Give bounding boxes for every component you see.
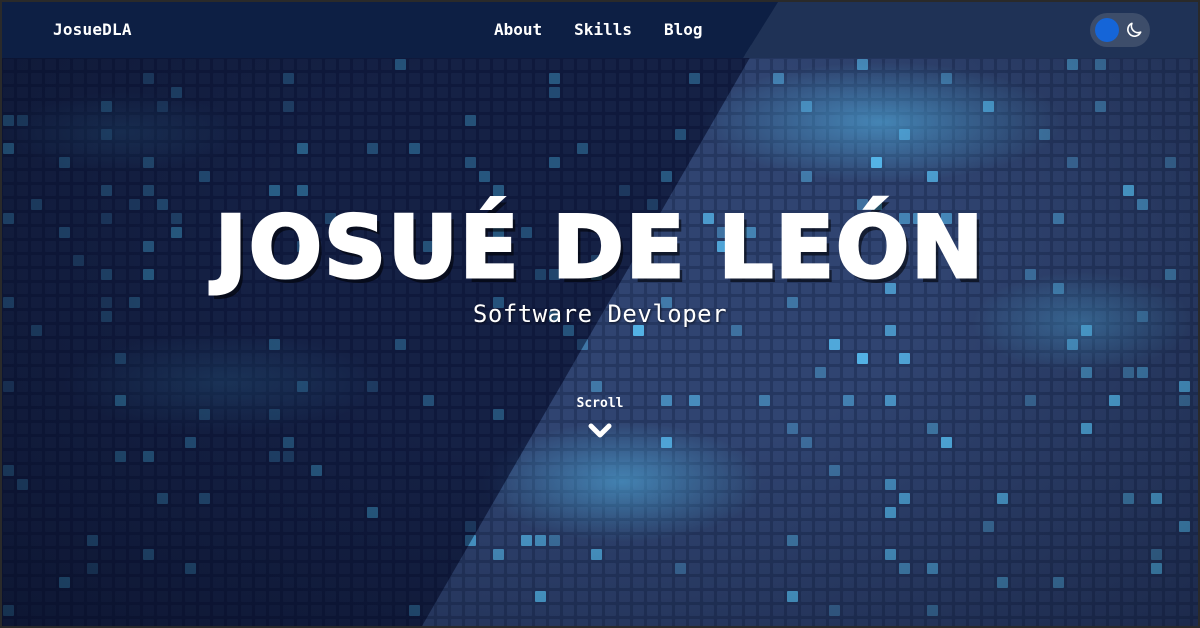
chevron-down-icon <box>588 423 612 438</box>
brand-logo-link[interactable]: JosueDLA <box>53 20 132 39</box>
theme-toggle[interactable] <box>1090 13 1150 47</box>
hero-subtitle: Software Devloper <box>472 300 728 328</box>
moon-icon <box>1127 22 1142 37</box>
page-frame: JosueDLA About Skills Blog JOSUÉ DE LEÓN… <box>2 2 1198 626</box>
navbar: JosueDLA About Skills Blog <box>2 2 1198 58</box>
nav-links: About Skills Blog <box>494 20 703 39</box>
hero-name: JOSUÉ DE LEÓN <box>213 197 986 300</box>
scroll-down-link[interactable]: Scroll <box>562 396 638 452</box>
toggle-knob <box>1095 18 1119 42</box>
nav-link-skills[interactable]: Skills <box>574 20 632 39</box>
nav-link-about[interactable]: About <box>494 20 542 39</box>
scroll-label: Scroll <box>576 396 624 411</box>
nav-link-blog[interactable]: Blog <box>664 20 703 39</box>
